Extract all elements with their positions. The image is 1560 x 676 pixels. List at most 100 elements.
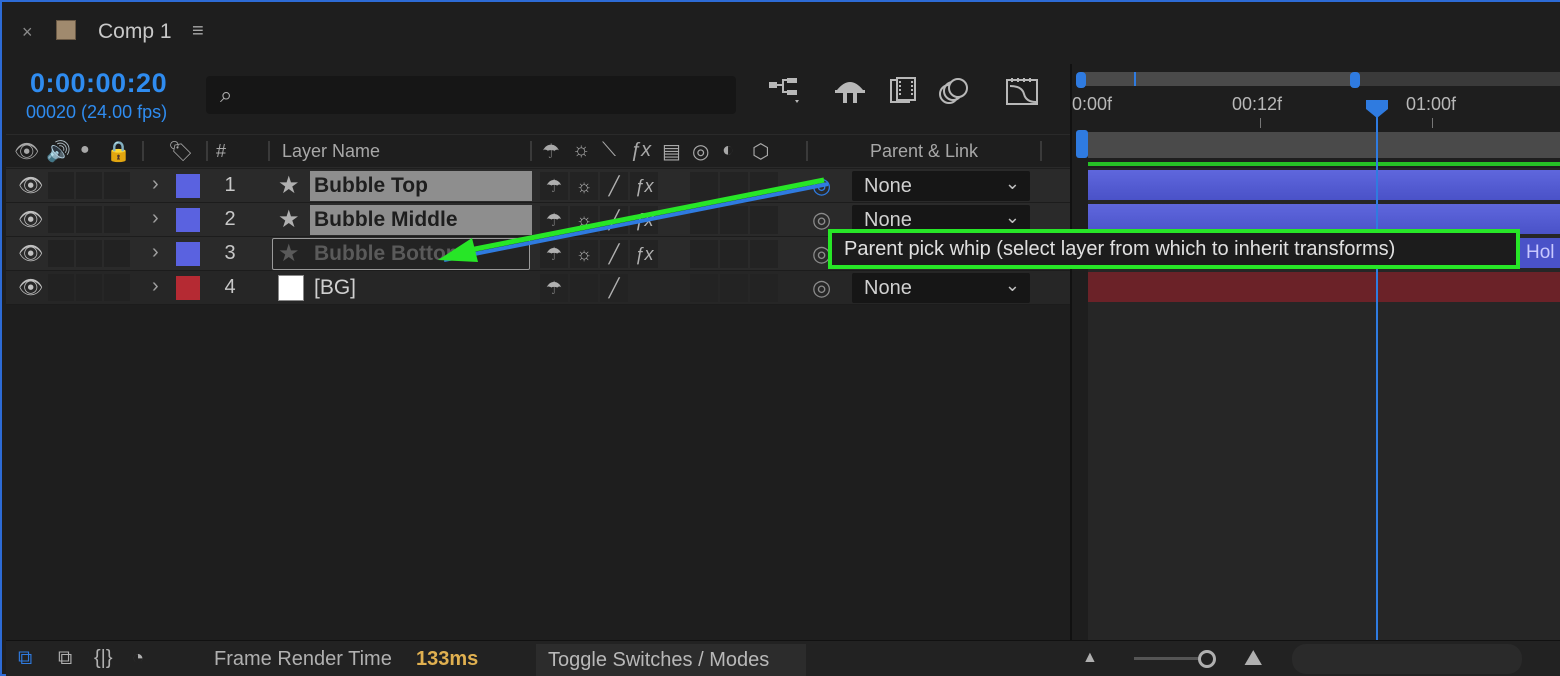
effects-switch-icon[interactable]: ƒx xyxy=(630,206,658,234)
lock-toggle[interactable] xyxy=(104,206,130,233)
adjustment-switch[interactable] xyxy=(720,240,748,268)
quality-switch-icon[interactable]: ╱ xyxy=(600,274,628,302)
label-color-swatch[interactable] xyxy=(176,208,200,232)
quality-switch-icon[interactable]: ╱ xyxy=(600,172,628,200)
audio-header-icon[interactable]: 🔊 xyxy=(46,139,71,164)
label-color-swatch[interactable] xyxy=(176,242,200,266)
solo-toggle[interactable] xyxy=(76,274,102,301)
audio-toggle[interactable] xyxy=(48,172,74,199)
search-input[interactable]: ⌕ xyxy=(206,76,736,114)
zoom-out-icon[interactable]: ▲ xyxy=(1082,649,1098,667)
tab-title[interactable]: Comp 1 xyxy=(98,20,172,44)
pick-whip-icon[interactable]: ◎ xyxy=(812,275,831,301)
eye-icon[interactable]: 👁 xyxy=(18,207,43,232)
eye-icon[interactable]: 👁 xyxy=(18,275,43,300)
chevron-right-icon[interactable]: › xyxy=(152,275,159,298)
3d-switch[interactable] xyxy=(750,172,778,200)
time-navigator-range[interactable] xyxy=(1082,72,1352,86)
current-time-indicator-head[interactable] xyxy=(1366,100,1388,118)
comp-flowchart-icon[interactable] xyxy=(764,76,804,112)
adjustment-switch[interactable] xyxy=(720,274,748,302)
adjustment-header-icon[interactable]: ◐ xyxy=(722,139,734,162)
label-color-swatch[interactable] xyxy=(176,174,200,198)
transfer-controls-icon[interactable]: ⧉ xyxy=(58,647,72,670)
shy-layers-icon[interactable] xyxy=(830,76,870,112)
collapse-switch[interactable] xyxy=(570,274,598,302)
lock-toggle[interactable] xyxy=(104,240,130,267)
chevron-right-icon[interactable]: › xyxy=(152,241,159,264)
collapse-switch-icon[interactable]: ☼ xyxy=(570,206,598,234)
eye-icon[interactable]: 👁 xyxy=(18,173,43,198)
frame-blending-icon[interactable] xyxy=(882,76,922,112)
layer-duration-bar[interactable] xyxy=(1088,170,1560,200)
motion-blur-switch[interactable] xyxy=(690,172,718,200)
quality-switch-icon[interactable]: ╱ xyxy=(600,240,628,268)
solo-toggle[interactable] xyxy=(76,172,102,199)
lock-toggle[interactable] xyxy=(104,172,130,199)
parent-dropdown[interactable]: None ⌄ xyxy=(852,273,1030,303)
layer-name[interactable]: Bubble Bottom xyxy=(314,242,464,266)
adjustment-switch[interactable] xyxy=(720,172,748,200)
zoom-slider-knob[interactable] xyxy=(1198,650,1216,668)
video-toggle-header-icon[interactable]: 👁 xyxy=(14,139,39,164)
layer-row[interactable]: 👁 › 4 [BG] ☂ ╱ ◎ None ⌄ xyxy=(6,271,1070,305)
adjustment-switch[interactable] xyxy=(720,206,748,234)
layer-name[interactable]: Bubble Top xyxy=(314,174,428,198)
chevron-right-icon[interactable]: › xyxy=(152,207,159,230)
collapse-switch-icon[interactable]: ☼ xyxy=(570,172,598,200)
chevron-right-icon[interactable]: › xyxy=(152,173,159,196)
quality-header-icon[interactable]: ⟍ xyxy=(602,139,616,162)
label-color-swatch[interactable] xyxy=(176,276,200,300)
audio-toggle[interactable] xyxy=(48,274,74,301)
timeline-scrollbar[interactable] xyxy=(1292,644,1522,674)
navigator-start-handle[interactable] xyxy=(1076,72,1086,88)
motion-blur-switch[interactable] xyxy=(690,206,718,234)
audio-toggle[interactable] xyxy=(48,240,74,267)
effects-switch-icon[interactable]: ƒx xyxy=(630,172,658,200)
effects-switch-icon[interactable]: ƒx xyxy=(630,240,658,268)
solo-header-icon[interactable]: ● xyxy=(80,141,90,159)
layer-row[interactable]: 👁 › 1 ★ Bubble Top ☂ ☼ ╱ ƒx ◎ None ⌄ xyxy=(6,169,1070,203)
motion-blur-switch[interactable] xyxy=(690,240,718,268)
shy-switch-icon[interactable]: ☂ xyxy=(540,206,568,234)
toggle-switches-modes-button[interactable]: Toggle Switches / Modes xyxy=(536,644,806,676)
current-time-indicator-line[interactable] xyxy=(1376,106,1378,640)
3d-layer-header-icon[interactable]: ⬡ xyxy=(752,139,769,164)
layer-switches-icon[interactable]: ⧉ xyxy=(18,647,32,670)
current-time-display[interactable]: 0:00:00:20 xyxy=(30,68,167,99)
layer-duration-bar[interactable] xyxy=(1088,272,1560,302)
shy-header-icon[interactable]: ☂ xyxy=(542,139,560,164)
3d-switch[interactable] xyxy=(750,206,778,234)
motion-blur-switch[interactable] xyxy=(690,274,718,302)
frame-blend-header-icon[interactable]: ▤ xyxy=(662,139,681,164)
layer-name-column-header[interactable]: Layer Name xyxy=(282,141,380,162)
pick-whip-icon[interactable]: ◎ xyxy=(812,173,831,199)
eye-icon[interactable]: 👁 xyxy=(18,241,43,266)
close-tab-icon[interactable]: × xyxy=(22,22,33,43)
graph-editor-icon[interactable] xyxy=(1002,76,1042,112)
3d-switch[interactable] xyxy=(750,274,778,302)
navigator-end-handle[interactable] xyxy=(1350,72,1360,88)
shy-switch-icon[interactable]: ☂ xyxy=(540,274,568,302)
layer-name[interactable]: Bubble Middle xyxy=(314,208,458,232)
collapse-switch-icon[interactable]: ☼ xyxy=(570,240,598,268)
quality-switch-icon[interactable]: ╱ xyxy=(600,206,628,234)
parent-dropdown[interactable]: None ⌄ xyxy=(852,171,1030,201)
work-area-start-handle[interactable] xyxy=(1076,130,1088,158)
in-out-stretch-icon[interactable]: {|} xyxy=(94,647,113,670)
work-area-bar[interactable] xyxy=(1088,132,1560,158)
layer-name[interactable]: [BG] xyxy=(314,276,356,300)
shy-switch-icon[interactable]: ☂ xyxy=(540,240,568,268)
label-tag-icon[interactable]: 🏷 xyxy=(168,139,193,164)
3d-switch[interactable] xyxy=(750,240,778,268)
solo-toggle[interactable] xyxy=(76,240,102,267)
parent-link-column-header[interactable]: Parent & Link xyxy=(870,141,978,162)
solo-toggle[interactable] xyxy=(76,206,102,233)
panel-menu-icon[interactable]: ≡ xyxy=(192,20,204,43)
shy-switch-icon[interactable]: ☂ xyxy=(540,172,568,200)
motion-blur-header-icon[interactable]: ◎ xyxy=(692,139,709,164)
effects-header-icon[interactable]: ƒx xyxy=(630,139,651,162)
lock-header-icon[interactable]: 🔒 xyxy=(106,139,131,164)
number-column-header[interactable]: # xyxy=(216,141,226,162)
audio-toggle[interactable] xyxy=(48,206,74,233)
